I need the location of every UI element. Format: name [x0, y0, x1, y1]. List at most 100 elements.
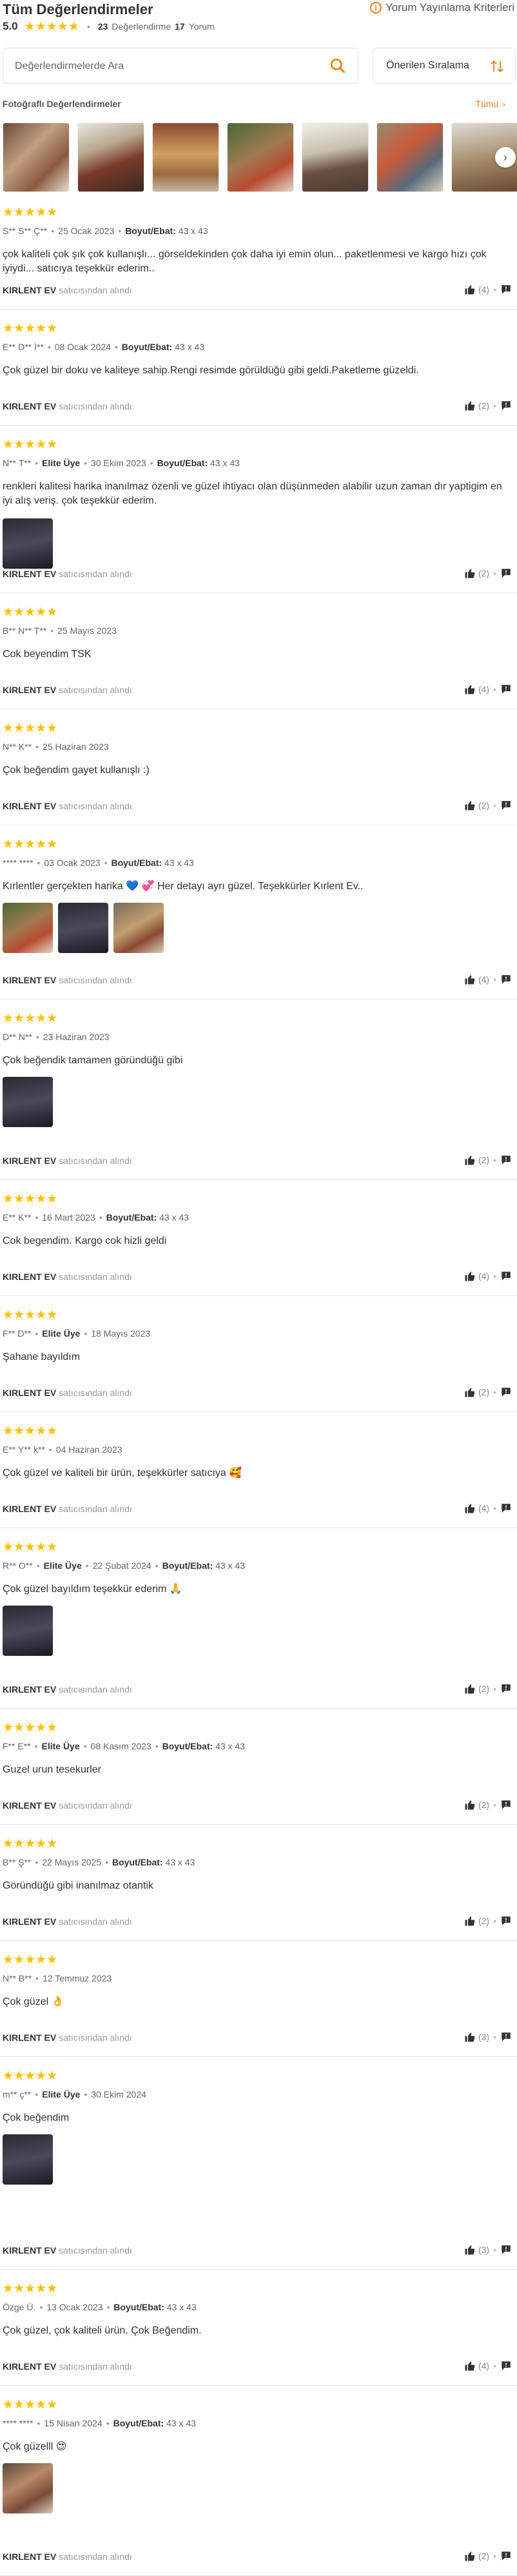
report-button[interactable]	[500, 2031, 512, 2043]
seller-suffix: satıcısından alındı	[59, 1388, 132, 1398]
separator-dot: •	[99, 1212, 102, 1223]
photo-strip-next-button[interactable]: ›	[495, 147, 516, 168]
report-button[interactable]	[500, 1502, 512, 1514]
review-search-input[interactable]	[14, 57, 319, 75]
search-icon[interactable]	[329, 57, 346, 74]
review-photo-thumb[interactable]	[3, 123, 70, 192]
report-button[interactable]	[500, 284, 512, 295]
seller-name[interactable]: KIRLENT EV	[3, 401, 56, 411]
seller-name[interactable]: KIRLENT EV	[3, 801, 56, 811]
like-button[interactable]: (2)	[464, 400, 489, 411]
like-button[interactable]: (4)	[464, 1270, 489, 1282]
separator-dot: •	[35, 1973, 39, 1983]
seller-name[interactable]: KIRLENT EV	[3, 1388, 56, 1398]
review-photo-thumb[interactable]	[77, 123, 144, 192]
review-meta: D** N** • 23 Haziran 2023	[3, 1032, 110, 1042]
separator-dot: •	[493, 1916, 496, 1926]
review-photo[interactable]	[3, 518, 53, 569]
seller-name[interactable]: KIRLENT EV	[3, 1684, 56, 1695]
like-button[interactable]: (4)	[464, 284, 489, 295]
thumbs-up-icon	[465, 2361, 475, 2371]
review-photo[interactable]	[3, 1606, 53, 1656]
report-button[interactable]	[500, 2244, 512, 2256]
reviewer-name: E** Y** k**	[3, 1444, 45, 1455]
review-photo[interactable]	[3, 2134, 53, 2185]
seller-name[interactable]: KIRLENT EV	[3, 2361, 56, 2372]
review-photo-thumb[interactable]	[302, 123, 369, 192]
like-button[interactable]: (2)	[464, 1154, 489, 1166]
separator-dot: •	[86, 21, 90, 32]
elite-member-badge: Elite Üye	[42, 1328, 81, 1339]
report-button[interactable]	[500, 1799, 512, 1811]
seller-name[interactable]: KIRLENT EV	[3, 975, 56, 985]
review-stars: ★★★★★	[3, 2069, 58, 2083]
seller-name[interactable]: KIRLENT EV	[3, 1800, 56, 1811]
review-photo-thumb[interactable]	[376, 123, 444, 192]
review-card: ★★★★★ E** Y** k** • 04 Haziran 2023 Çok güze…	[0, 1412, 517, 1528]
review-photo[interactable]	[58, 903, 108, 953]
seller-name[interactable]: KIRLENT EV	[3, 569, 56, 579]
review-photo[interactable]	[3, 2463, 53, 2513]
report-button[interactable]	[500, 1154, 512, 1166]
like-button[interactable]: (4)	[464, 2360, 489, 2372]
seller-name[interactable]: KIRLENT EV	[3, 1155, 56, 1166]
seller-name[interactable]: KIRLENT EV	[3, 2245, 56, 2256]
report-button[interactable]	[500, 1386, 512, 1398]
separator-dot: •	[50, 625, 54, 636]
review-photo-thumb[interactable]	[152, 123, 219, 192]
report-button[interactable]	[500, 683, 512, 695]
like-button[interactable]: (4)	[464, 683, 489, 695]
seller-name[interactable]: KIRLENT EV	[3, 1504, 56, 1514]
report-button[interactable]	[500, 1683, 512, 1695]
review-meta: m** ç** • Elite Üye • 30 Ekim 2024	[3, 2089, 146, 2099]
elite-member-badge: Elite Üye	[42, 2089, 81, 2099]
see-all-photos-link[interactable]: Tümü ›	[476, 99, 505, 109]
seller-name[interactable]: KIRLENT EV	[3, 2032, 56, 2043]
seller-info: KIRLENT EV satıcısından alındı	[3, 285, 132, 295]
seller-name[interactable]: KIRLENT EV	[3, 1272, 56, 1282]
like-button[interactable]: (2)	[464, 567, 489, 579]
review-comment: Guzel urun tesekurler	[3, 1764, 101, 1775]
review-photo-thumb[interactable]	[227, 123, 294, 192]
review-date: 25 Ocak 2023	[58, 226, 115, 236]
seller-info: KIRLENT EV satıcısından alındı	[3, 801, 132, 811]
thumbs-up-icon	[465, 975, 475, 985]
review-photo[interactable]	[3, 903, 53, 953]
like-button[interactable]: (2)	[464, 1799, 489, 1811]
reviewer-name: **** ****	[3, 858, 34, 868]
report-flag-icon	[502, 2245, 511, 2254]
sort-dropdown[interactable]: Önerilen Sıralama	[373, 48, 516, 84]
like-button[interactable]: (2)	[464, 1915, 489, 1927]
criteria-link[interactable]: i Yorum Yayınlama Kriterleri	[370, 1, 514, 14]
report-button[interactable]	[500, 2360, 512, 2372]
like-button[interactable]: (4)	[464, 974, 489, 985]
review-photo[interactable]	[113, 903, 164, 953]
seller-name[interactable]: KIRLENT EV	[3, 2551, 56, 2562]
report-button[interactable]	[500, 800, 512, 811]
report-button[interactable]	[500, 567, 512, 579]
seller-info: KIRLENT EV satıcısından alındı	[3, 2551, 132, 2562]
review-stars: ★★★★★	[3, 1837, 58, 1851]
like-button[interactable]: (2)	[464, 2550, 489, 2562]
report-flag-icon	[502, 2361, 511, 2370]
seller-info: KIRLENT EV satıcısından alındı	[3, 2245, 132, 2256]
like-button[interactable]: (2)	[464, 1683, 489, 1695]
report-button[interactable]	[500, 2550, 512, 2562]
report-button[interactable]	[500, 974, 512, 985]
review-photos	[3, 2463, 53, 2513]
like-count: (2)	[478, 2551, 490, 2561]
review-photo[interactable]	[3, 1077, 53, 1127]
like-button[interactable]: (4)	[464, 1502, 489, 1514]
like-button[interactable]: (3)	[464, 2031, 489, 2043]
seller-name[interactable]: KIRLENT EV	[3, 1916, 56, 1927]
seller-suffix: satıcısından alındı	[59, 2032, 132, 2043]
separator-dot: •	[150, 458, 153, 468]
seller-name[interactable]: KIRLENT EV	[3, 685, 56, 695]
like-button[interactable]: (2)	[464, 1386, 489, 1398]
like-button[interactable]: (2)	[464, 800, 489, 811]
like-button[interactable]: (3)	[464, 2244, 489, 2256]
seller-name[interactable]: KIRLENT EV	[3, 285, 56, 295]
report-button[interactable]	[500, 400, 512, 411]
report-button[interactable]	[500, 1915, 512, 1927]
report-button[interactable]	[500, 1270, 512, 1282]
